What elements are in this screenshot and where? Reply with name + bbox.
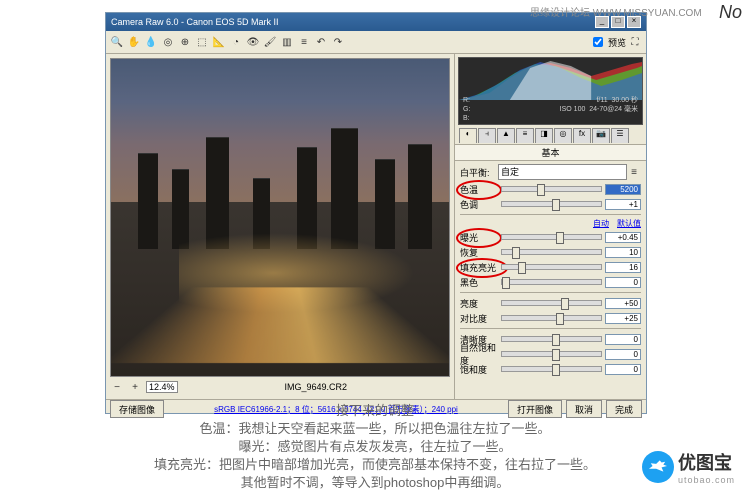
- crop-tool-icon[interactable]: ⬚: [195, 35, 209, 49]
- tab-curve[interactable]: ⫞: [478, 128, 496, 143]
- hist-iso: ISO 100: [560, 106, 586, 113]
- color-sampler-icon[interactable]: ◎: [161, 35, 175, 49]
- hist-r: R:: [463, 97, 470, 104]
- straighten-tool-icon[interactable]: 📐: [212, 35, 226, 49]
- brightness-slider[interactable]: [501, 300, 602, 306]
- tab-lens[interactable]: ◎: [554, 128, 572, 143]
- saturation-label: 饱和度: [460, 363, 498, 376]
- toolbar: 🔍 ✋ 💧 ◎ ⊕ ⬚ 📐 ◔ 👁 🖌 ▥ ≡ ↶ ↷ 预览 ⛶: [106, 31, 646, 54]
- temp-value[interactable]: 5200: [605, 184, 641, 195]
- tab-split[interactable]: ◨: [535, 128, 553, 143]
- caption-line-3: 曝光：感觉图片有点发灰发亮，往左拉了一些。: [0, 438, 750, 456]
- logo-name: 优图宝: [678, 449, 735, 475]
- black-slider[interactable]: [501, 279, 602, 285]
- temp-label: 色温: [460, 183, 498, 196]
- exposure-slider[interactable]: [501, 234, 602, 240]
- tab-title: 基本: [455, 145, 646, 161]
- recovery-slider[interactable]: [501, 249, 602, 255]
- auto-link[interactable]: 自动: [593, 218, 609, 230]
- hist-shutter: 30.00 秒: [612, 97, 638, 104]
- rotate-ccw-icon[interactable]: ↶: [314, 35, 328, 49]
- settings-tabs: ◐ ⫞ ▲ ≡ ◨ ◎ fx 📷 ☰: [455, 128, 646, 145]
- settings-pane: R: G: B: f/11 30.00 秒 ISO 100 24-70@24 毫…: [454, 54, 646, 399]
- grad-filter-icon[interactable]: ▥: [280, 35, 294, 49]
- contrast-slider[interactable]: [501, 315, 602, 321]
- zoom-bar: − + 12.4% IMG_9649.CR2: [110, 379, 450, 395]
- tutorial-caption: 接下来的调整 色温：我想让天空看起来蓝一些，所以把色温往左拉了一些。 曝光：感觉…: [0, 402, 750, 492]
- preview-label: 预览: [608, 36, 626, 49]
- contrast-label: 对比度: [460, 312, 498, 325]
- prefs-icon[interactable]: ≡: [297, 35, 311, 49]
- bird-icon: [642, 451, 674, 483]
- histogram: R: G: B: f/11 30.00 秒 ISO 100 24-70@24 毫…: [458, 57, 643, 125]
- zoom-out-icon[interactable]: −: [110, 380, 124, 394]
- target-adjust-icon[interactable]: ⊕: [178, 35, 192, 49]
- saturation-value[interactable]: 0: [605, 364, 641, 375]
- brightness-value[interactable]: +50: [605, 298, 641, 309]
- rotate-cw-icon[interactable]: ↷: [331, 35, 345, 49]
- black-value[interactable]: 0: [605, 277, 641, 288]
- site-logo: 优图宝 utobao.com: [642, 449, 735, 485]
- hand-tool-icon[interactable]: ✋: [127, 35, 141, 49]
- tab-calib[interactable]: 📷: [592, 128, 610, 143]
- preview-checkbox[interactable]: 预览 ⛶: [589, 34, 642, 50]
- tab-basic[interactable]: ◐: [459, 128, 477, 143]
- preview-pane: − + 12.4% IMG_9649.CR2: [106, 54, 454, 399]
- temp-slider[interactable]: [501, 186, 602, 192]
- hist-lens: 24-70@24 毫米: [589, 106, 638, 113]
- fill-value[interactable]: 16: [605, 262, 641, 273]
- window-title: Camera Raw 6.0 - Canon EOS 5D Mark II: [111, 17, 279, 27]
- fill-label: 填充亮光: [460, 261, 498, 274]
- black-label: 黑色: [460, 276, 498, 289]
- tint-slider[interactable]: [501, 201, 602, 207]
- wb-label: 白平衡:: [460, 166, 498, 179]
- caption-line-4: 填充亮光：把图片中暗部增加光亮，而使亮部基本保持不变，往右拉了一些。: [0, 456, 750, 474]
- caption-line-2: 色温：我想让天空看起来蓝一些，所以把色温往左拉了一些。: [0, 420, 750, 438]
- fill-slider[interactable]: [501, 264, 602, 270]
- tint-value[interactable]: +1: [605, 199, 641, 210]
- hist-b: B:: [463, 115, 470, 122]
- exposure-value[interactable]: +0.45: [605, 232, 641, 243]
- tab-detail[interactable]: ▲: [497, 128, 515, 143]
- fullscreen-icon[interactable]: ⛶: [628, 35, 642, 49]
- clarity-slider[interactable]: [501, 336, 602, 342]
- tint-label: 色调: [460, 198, 498, 211]
- default-link[interactable]: 默认值: [617, 218, 641, 230]
- tab-preset[interactable]: ☰: [611, 128, 629, 143]
- redeye-tool-icon[interactable]: 👁: [246, 35, 260, 49]
- saturation-slider[interactable]: [501, 366, 602, 372]
- logo-url: utobao.com: [678, 475, 735, 485]
- adjust-brush-icon[interactable]: 🖌: [263, 35, 277, 49]
- vibrance-slider[interactable]: [501, 351, 602, 357]
- caption-line-1: 接下来的调整: [0, 402, 750, 420]
- clarity-value[interactable]: 0: [605, 334, 641, 345]
- contrast-value[interactable]: +25: [605, 313, 641, 324]
- basic-controls: 白平衡: 自定 ≡ 色温 5200 色调 +1 自动默认值: [455, 161, 646, 399]
- wb-select[interactable]: 自定: [498, 164, 627, 180]
- tab-fx[interactable]: fx: [573, 128, 591, 143]
- wb-tool-icon[interactable]: 💧: [144, 35, 158, 49]
- hist-g: G:: [463, 106, 470, 113]
- vibrance-value[interactable]: 0: [605, 349, 641, 360]
- page-monogram: No: [719, 2, 742, 23]
- exposure-label: 曝光: [460, 231, 498, 244]
- filename-label: IMG_9649.CR2: [285, 382, 348, 392]
- zoom-tool-icon[interactable]: 🔍: [110, 35, 124, 49]
- camera-raw-window: Camera Raw 6.0 - Canon EOS 5D Mark II _ …: [105, 12, 647, 414]
- zoom-select[interactable]: 12.4%: [146, 381, 178, 393]
- hist-aperture: f/11: [596, 97, 607, 104]
- zoom-in-icon[interactable]: +: [128, 380, 142, 394]
- image-preview[interactable]: [110, 58, 450, 377]
- menu-icon[interactable]: ≡: [627, 165, 641, 179]
- caption-line-5: 其他暂时不调，等导入到photoshop中再细调。: [0, 474, 750, 492]
- recovery-value[interactable]: 10: [605, 247, 641, 258]
- watermark-text: 思缘设计论坛 WWW.MISSYUAN.COM: [530, 4, 702, 19]
- tab-hsl[interactable]: ≡: [516, 128, 534, 143]
- spot-tool-icon[interactable]: ◔: [229, 35, 243, 49]
- brightness-label: 亮度: [460, 297, 498, 310]
- recovery-label: 恢复: [460, 246, 498, 259]
